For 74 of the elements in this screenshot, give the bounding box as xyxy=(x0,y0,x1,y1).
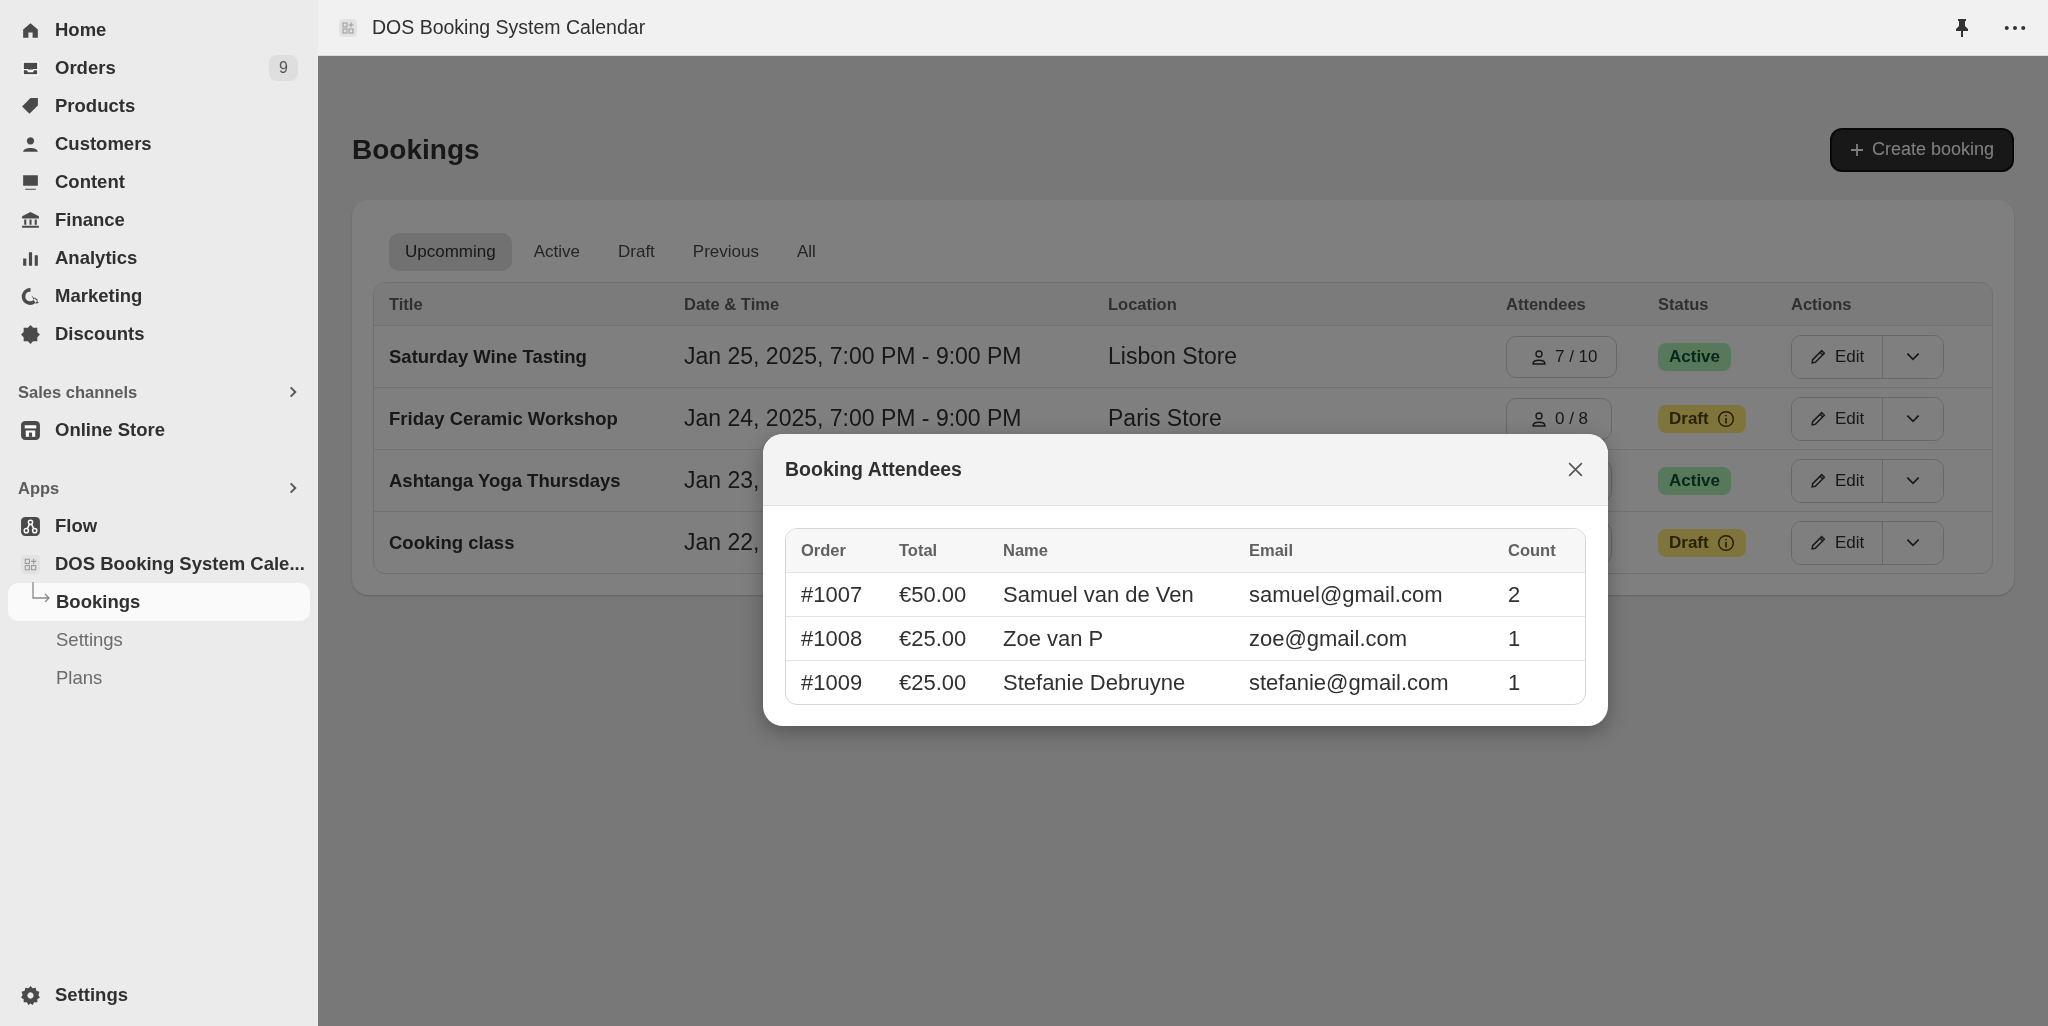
nav-item[interactable]: Products xyxy=(8,87,310,125)
nav-item[interactable]: Content xyxy=(8,163,310,201)
column-header: Date & Time xyxy=(683,294,781,314)
table-cell-text: 1 xyxy=(1507,669,1522,696)
table-cell-text: 2 xyxy=(1507,581,1522,608)
location: Paris Store xyxy=(1108,405,1222,432)
filter-tab[interactable]: Upcomming xyxy=(389,233,512,271)
nav-item[interactable]: Orders 9 xyxy=(8,49,310,87)
table-cell-text: €50.00 xyxy=(898,581,968,608)
nav-subitem[interactable]: Plans xyxy=(8,659,310,697)
column-header: Status xyxy=(1657,294,1710,314)
column-header: Title xyxy=(388,294,424,314)
booking-title: Saturday Wine Tasting xyxy=(389,345,587,368)
dialog-title: Booking Attendees xyxy=(785,458,962,481)
column-header: Total xyxy=(898,541,939,560)
table-cell-text: stefanie@gmail.com xyxy=(1248,669,1450,696)
date-time: Jan 24, 2025, 7:00 PM - 9:00 PM xyxy=(684,405,1022,432)
section-heading: Sales channels xyxy=(18,382,138,402)
nav-item[interactable]: Online Store xyxy=(8,411,310,449)
date-time: Jan 25, 2025, 7:00 PM - 9:00 PM xyxy=(684,343,1022,370)
nav-subitem[interactable]: Bookings xyxy=(8,583,310,621)
nav-item[interactable]: Discounts xyxy=(8,315,310,353)
nav-item[interactable]: Home xyxy=(8,11,310,49)
column-header: Attendees xyxy=(1505,294,1587,314)
table-cell-text: 1 xyxy=(1507,625,1522,652)
table-cell-text: Zoe van P xyxy=(1002,625,1105,652)
date-time: Jan 22, xyxy=(684,529,760,556)
status-badge: Draft xyxy=(1658,404,1746,433)
table-cell-text: samuel@gmail.com xyxy=(1248,581,1444,608)
nav-item[interactable]: Analytics xyxy=(8,239,310,277)
column-header: Actions xyxy=(1790,294,1853,314)
nav-item[interactable]: DOS Booking System Cale... xyxy=(8,545,310,583)
attendees-button[interactable]: 7 / 10 xyxy=(1506,335,1617,378)
nav-item[interactable]: Customers xyxy=(8,125,310,163)
nav-item[interactable]: Settings xyxy=(8,976,310,1014)
edit-button[interactable]: Edit xyxy=(1792,397,1884,440)
table-cell-text: Samuel van de Ven xyxy=(1002,581,1195,608)
app-title: DOS Booking System Calendar xyxy=(372,16,646,39)
attendees-button[interactable]: 0 / 8 xyxy=(1506,397,1612,440)
create-booking-button[interactable]: Create booking xyxy=(1829,127,2014,172)
booking-title: Ashtanga Yoga Thursdays xyxy=(389,469,621,492)
status-badge: Active xyxy=(1658,466,1732,495)
status-badge: Active xyxy=(1658,342,1732,371)
nav-subitem[interactable]: Settings xyxy=(8,621,310,659)
edit-button[interactable]: Edit xyxy=(1792,459,1884,502)
column-header: Name xyxy=(1002,541,1049,560)
table-cell-text: €25.00 xyxy=(898,625,968,652)
filter-tab[interactable]: Previous xyxy=(676,233,775,271)
table-cell-text: zoe@gmail.com xyxy=(1248,625,1409,652)
date-time: Jan 23, xyxy=(684,467,760,494)
status-badge: Draft xyxy=(1658,528,1746,557)
nav-item[interactable]: Marketing xyxy=(8,277,310,315)
location: Lisbon Store xyxy=(1108,343,1238,370)
filter-tab[interactable]: Draft xyxy=(602,233,671,271)
booking-title: Cooking class xyxy=(389,531,515,554)
count-badge: 9 xyxy=(269,55,298,81)
table-cell-text: #1008 xyxy=(800,625,864,652)
column-header: Email xyxy=(1248,541,1295,560)
edit-button[interactable]: Edit xyxy=(1792,521,1884,564)
section-heading: Apps xyxy=(18,478,60,498)
table-cell-text: #1009 xyxy=(800,669,864,696)
booking-title: Friday Ceramic Workshop xyxy=(389,407,618,430)
nav-item[interactable]: Flow xyxy=(8,507,310,545)
table-cell-text: #1007 xyxy=(800,581,864,608)
nav-item[interactable]: Finance xyxy=(8,201,310,239)
column-header: Order xyxy=(800,541,847,560)
edit-button[interactable]: Edit xyxy=(1792,335,1884,378)
column-header: Location xyxy=(1107,294,1178,314)
column-header: Count xyxy=(1507,541,1557,560)
table-cell-text: €25.00 xyxy=(898,669,968,696)
table-cell-text: Stefanie Debruyne xyxy=(1002,669,1187,696)
filter-tab[interactable]: All xyxy=(781,233,832,271)
filter-tab[interactable]: Active xyxy=(517,233,596,271)
page-title: Bookings xyxy=(352,133,480,166)
